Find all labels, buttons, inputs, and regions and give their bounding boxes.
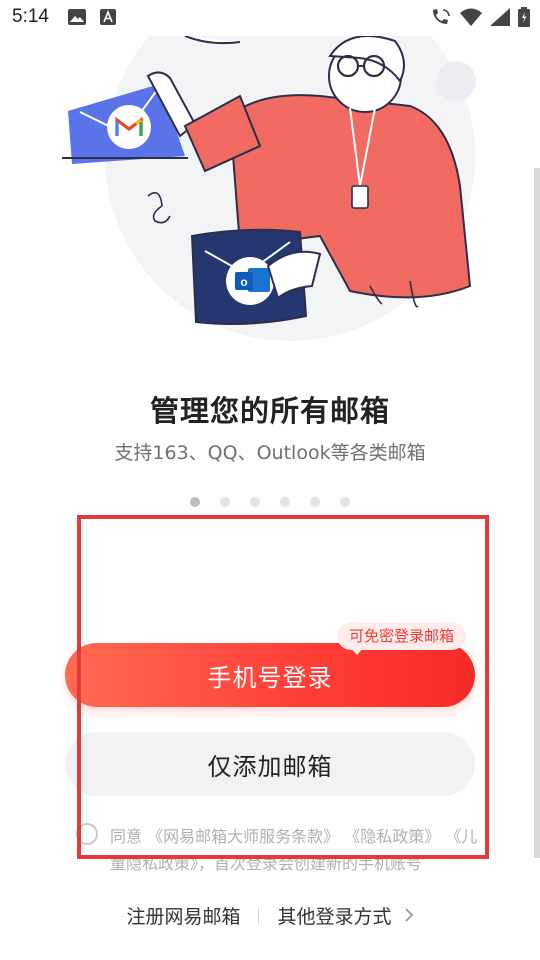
page-indicator [0, 497, 540, 507]
agreement-prefix: 同意 [110, 827, 143, 846]
page-dot[interactable] [220, 497, 230, 507]
chevron-right-icon [404, 907, 414, 923]
onboarding-title: 管理您的所有邮箱 [149, 394, 390, 428]
phone-login-button[interactable]: 手机号登录 [65, 643, 475, 707]
wifi-call-icon [433, 9, 450, 24]
page-dot[interactable] [310, 497, 320, 507]
page-dot[interactable] [340, 497, 350, 507]
page-dot[interactable] [190, 497, 200, 507]
status-bar: 5:14 [0, 0, 540, 36]
agree-checkbox[interactable] [76, 823, 98, 845]
scrollbar[interactable] [534, 168, 540, 858]
battery-icon [518, 7, 530, 27]
page-dot[interactable] [250, 497, 260, 507]
add-mailbox-button[interactable]: 仅添加邮箱 [65, 732, 475, 796]
agreement-suffix: ，首次登录会创建新的手机账号 [198, 854, 423, 873]
privacy-link[interactable]: 《隐私政策》 [344, 827, 440, 846]
illustration-svg: o [62, 36, 476, 341]
divider [258, 906, 260, 925]
status-left-icons [68, 9, 116, 25]
status-time: 5:14 [12, 6, 49, 27]
bottom-links: 注册网易邮箱 其他登录方式 [0, 902, 540, 929]
wifi-icon [460, 8, 482, 26]
signal-icon [490, 8, 510, 26]
hero-illustration: o [0, 36, 540, 356]
terms-link[interactable]: 《网易邮箱大师服务条款》 [147, 827, 339, 846]
onboarding-subtitle: 支持163、QQ、Outlook等各类邮箱 [114, 442, 426, 464]
register-link[interactable]: 注册网易邮箱 [126, 902, 240, 929]
page-dot[interactable] [280, 497, 290, 507]
agreement-text: 同意 《网易邮箱大师服务条款》 《隐私政策》 《儿童隐私政策》，首次登录会创建新… [110, 823, 480, 877]
image-icon [68, 9, 86, 25]
promo-badge-tail [349, 646, 365, 655]
svg-text:o: o [240, 275, 247, 289]
text-icon [100, 9, 116, 25]
status-right-icons [430, 7, 530, 27]
other-login-link[interactable]: 其他登录方式 [277, 902, 413, 929]
other-login-label: 其他登录方式 [277, 906, 392, 928]
